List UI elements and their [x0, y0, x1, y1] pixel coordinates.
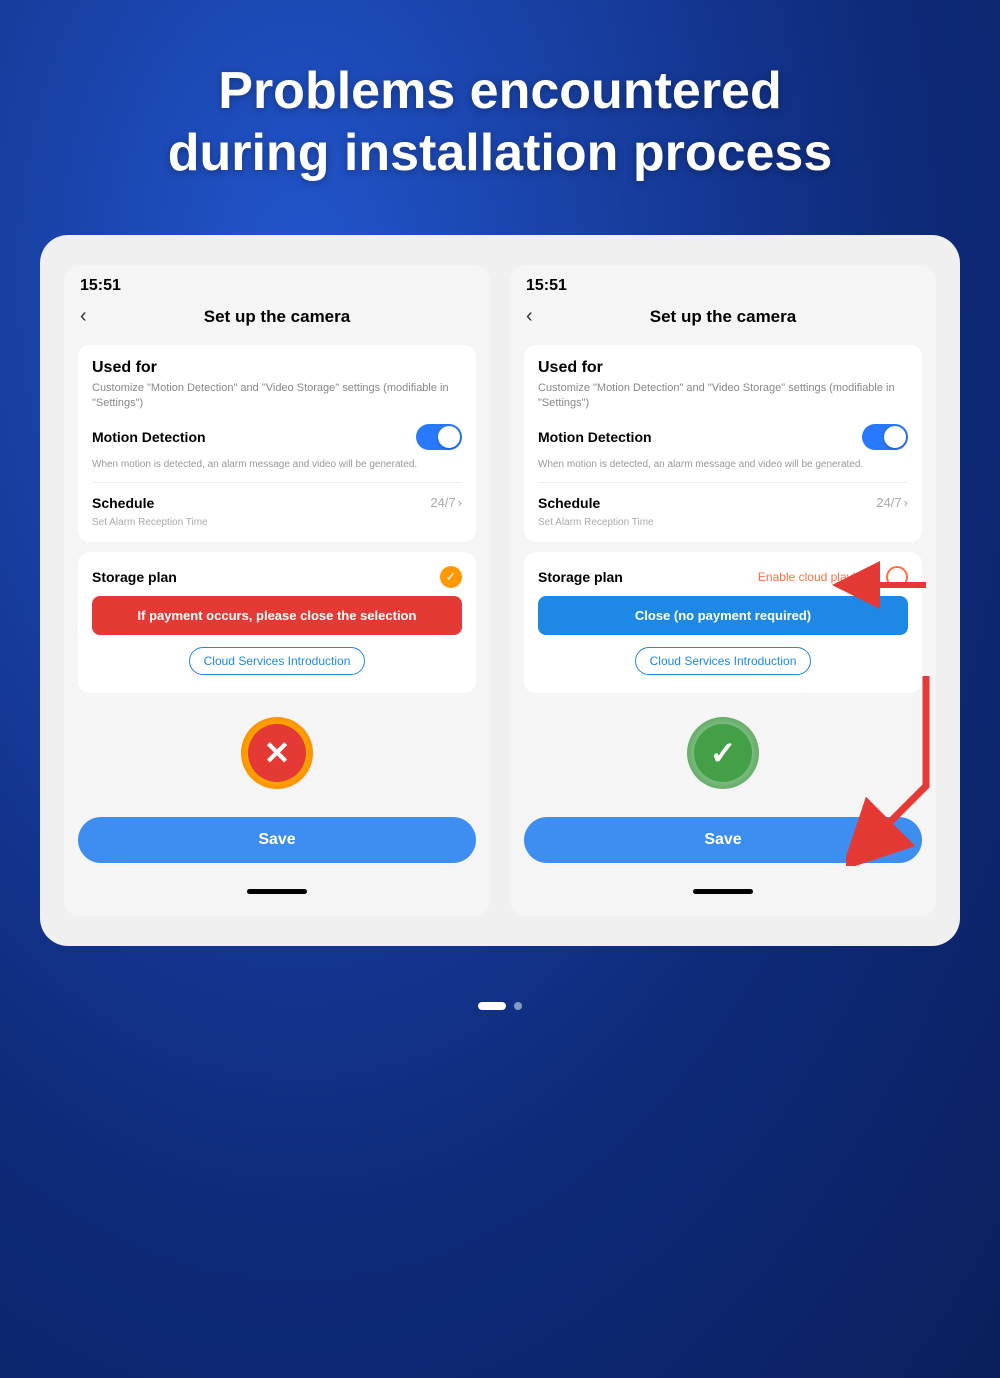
right-used-for-subtitle: Customize "Motion Detection" and "Video … — [538, 381, 908, 412]
right-nav-title: Set up the camera — [650, 307, 796, 327]
left-storage-card: Storage plan ✓ If payment occurs, please… — [78, 552, 476, 693]
left-storage-label: Storage plan — [92, 569, 177, 585]
left-schedule-value: 24/7 › — [430, 495, 462, 510]
left-icon-section: ✕ — [78, 703, 476, 797]
left-x-icon-outer: ✕ — [241, 717, 313, 789]
right-used-for-title: Used for — [538, 359, 908, 377]
left-nav-title: Set up the camera — [204, 307, 350, 327]
right-motion-detection-toggle[interactable] — [862, 424, 908, 450]
left-used-for-card: Used for Customize "Motion Detection" an… — [78, 345, 476, 542]
left-motion-detection-toggle[interactable] — [416, 424, 462, 450]
right-schedule-label: Schedule — [538, 495, 600, 511]
left-chevron-right-icon: › — [458, 495, 462, 510]
left-motion-detection-desc: When motion is detected, an alarm messag… — [92, 458, 462, 472]
right-motion-detection-label: Motion Detection — [538, 429, 652, 445]
right-enable-cloud-label: Enable cloud playback — [758, 570, 878, 584]
left-cloud-intro-button[interactable]: Cloud Services Introduction — [189, 647, 366, 675]
right-home-indicator — [693, 889, 753, 894]
left-schedule-row[interactable]: Schedule 24/7 › — [92, 489, 462, 517]
active-dot — [478, 1002, 506, 1010]
left-x-mark-icon: ✕ — [264, 734, 291, 772]
left-motion-detection-label: Motion Detection — [92, 429, 206, 445]
right-storage-row: Storage plan Enable cloud playback — [538, 566, 908, 588]
inactive-dot — [514, 1002, 522, 1010]
left-save-button[interactable]: Save — [78, 817, 476, 863]
main-card: 15:51 ‹ Set up the camera Used for Custo… — [40, 235, 960, 946]
left-schedule-sub: Set Alarm Reception Time — [92, 517, 462, 528]
right-check-icon-outer: ✓ — [687, 717, 759, 789]
left-used-for-subtitle: Customize "Motion Detection" and "Video … — [92, 381, 462, 412]
right-screen-body: Used for Customize "Motion Detection" an… — [510, 335, 936, 916]
right-schedule-sub: Set Alarm Reception Time — [538, 517, 908, 528]
right-used-for-card: Used for Customize "Motion Detection" an… — [524, 345, 922, 542]
right-check-icon-inner: ✓ — [694, 724, 752, 782]
right-close-button[interactable]: Close (no payment required) — [538, 596, 908, 635]
right-schedule-row[interactable]: Schedule 24/7 › — [538, 489, 908, 517]
left-home-indicator — [247, 889, 307, 894]
left-divider-1 — [92, 482, 462, 483]
left-storage-check-icon: ✓ — [440, 566, 462, 588]
page-title: Problems encountered during installation… — [108, 0, 893, 235]
right-schedule-value: 24/7 › — [876, 495, 908, 510]
left-nav-bar: ‹ Set up the camera — [64, 299, 490, 335]
left-motion-detection-row: Motion Detection — [92, 424, 462, 450]
right-status-bar: 15:51 — [510, 265, 936, 299]
right-screen-wrapper: 15:51 ‹ Set up the camera Used for Custo… — [510, 265, 936, 916]
right-icon-section: ✓ — [524, 703, 922, 797]
bottom-navigation — [478, 986, 522, 1034]
right-storage-card: Storage plan Enable cloud playback Close… — [524, 552, 922, 693]
left-schedule-label: Schedule — [92, 495, 154, 511]
right-chevron-right-icon: › — [904, 495, 908, 510]
right-back-button[interactable]: ‹ — [526, 305, 533, 328]
left-toggle-knob — [438, 426, 460, 448]
right-storage-circle[interactable] — [886, 566, 908, 588]
left-phone-screen: 15:51 ‹ Set up the camera Used for Custo… — [64, 265, 490, 916]
left-used-for-title: Used for — [92, 359, 462, 377]
left-status-bar: 15:51 — [64, 265, 490, 299]
right-toggle-knob — [884, 426, 906, 448]
right-cloud-intro-button[interactable]: Cloud Services Introduction — [635, 647, 812, 675]
right-save-button[interactable]: Save — [524, 817, 922, 863]
left-storage-row: Storage plan ✓ — [92, 566, 462, 588]
left-x-icon-inner: ✕ — [248, 724, 306, 782]
right-storage-label: Storage plan — [538, 569, 623, 585]
right-motion-detection-row: Motion Detection — [538, 424, 908, 450]
right-checkmark-icon: ✓ — [710, 734, 737, 772]
right-phone-screen: 15:51 ‹ Set up the camera Used for Custo… — [510, 265, 936, 916]
right-motion-detection-desc: When motion is detected, an alarm messag… — [538, 458, 908, 472]
left-screen-body: Used for Customize "Motion Detection" an… — [64, 335, 490, 916]
left-back-button[interactable]: ‹ — [80, 305, 87, 328]
right-divider-1 — [538, 482, 908, 483]
left-alert-button: If payment occurs, please close the sele… — [92, 596, 462, 635]
right-nav-bar: ‹ Set up the camera — [510, 299, 936, 335]
